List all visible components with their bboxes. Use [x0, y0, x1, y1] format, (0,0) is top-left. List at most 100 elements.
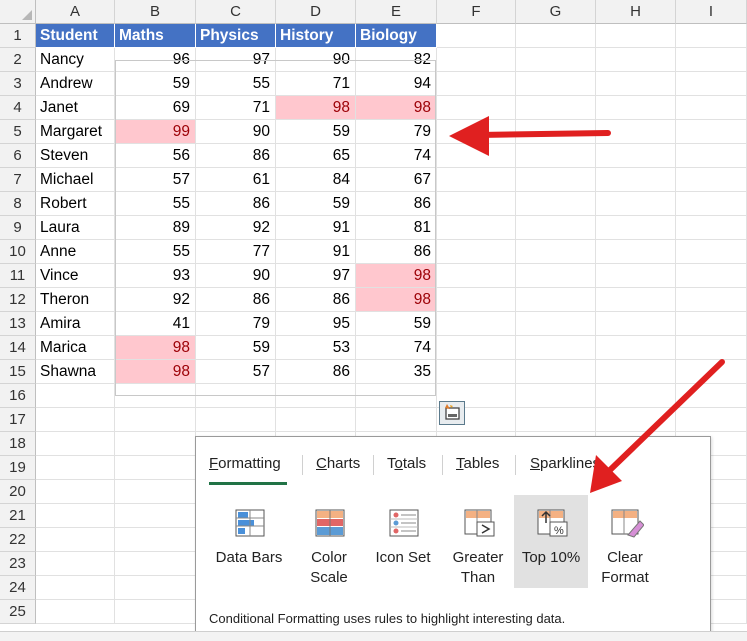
- cell-f7[interactable]: [437, 168, 516, 192]
- highlighted-score-cell[interactable]: 99: [115, 120, 196, 144]
- cell-a19[interactable]: [36, 456, 115, 480]
- cell-g11[interactable]: [516, 264, 596, 288]
- cell-h10[interactable]: [596, 240, 676, 264]
- cell-d16[interactable]: [276, 384, 356, 408]
- cell-i14[interactable]: [676, 336, 747, 360]
- row-header-19[interactable]: 19: [0, 456, 36, 480]
- score-cell[interactable]: 41: [115, 312, 196, 336]
- score-cell[interactable]: 84: [276, 168, 356, 192]
- column-header-a[interactable]: A: [36, 0, 115, 24]
- score-cell[interactable]: 90: [276, 48, 356, 72]
- tab-tables[interactable]: Tables: [456, 455, 499, 472]
- cell-g10[interactable]: [516, 240, 596, 264]
- column-header-g[interactable]: G: [516, 0, 596, 24]
- cell-a16[interactable]: [36, 384, 115, 408]
- cell-h9[interactable]: [596, 216, 676, 240]
- score-cell[interactable]: 82: [356, 48, 437, 72]
- cell-i12[interactable]: [676, 288, 747, 312]
- cell-h2[interactable]: [596, 48, 676, 72]
- cell-g1[interactable]: [516, 24, 596, 48]
- score-cell[interactable]: 65: [276, 144, 356, 168]
- cell-b19[interactable]: [115, 456, 196, 480]
- cell-h6[interactable]: [596, 144, 676, 168]
- cell-h11[interactable]: [596, 264, 676, 288]
- student-name-cell[interactable]: Laura: [36, 216, 115, 240]
- row-header-14[interactable]: 14: [0, 336, 36, 360]
- cell-g2[interactable]: [516, 48, 596, 72]
- cell-f3[interactable]: [437, 72, 516, 96]
- cell-i16[interactable]: [676, 384, 747, 408]
- cell-i7[interactable]: [676, 168, 747, 192]
- cell-h1[interactable]: [596, 24, 676, 48]
- score-cell[interactable]: 92: [115, 288, 196, 312]
- highlighted-score-cell[interactable]: 98: [276, 96, 356, 120]
- cell-g9[interactable]: [516, 216, 596, 240]
- tab-sparklines[interactable]: Sparklines: [530, 455, 600, 472]
- cell-g16[interactable]: [516, 384, 596, 408]
- student-name-cell[interactable]: Michael: [36, 168, 115, 192]
- score-cell[interactable]: 74: [356, 144, 437, 168]
- cell-f2[interactable]: [437, 48, 516, 72]
- cell-i10[interactable]: [676, 240, 747, 264]
- column-header-d[interactable]: D: [276, 0, 356, 24]
- cell-b17[interactable]: [115, 408, 196, 432]
- cell-h16[interactable]: [596, 384, 676, 408]
- cell-g13[interactable]: [516, 312, 596, 336]
- score-cell[interactable]: 56: [115, 144, 196, 168]
- cell-i9[interactable]: [676, 216, 747, 240]
- score-cell[interactable]: 86: [276, 360, 356, 384]
- cell-a25[interactable]: [36, 600, 115, 624]
- student-name-cell[interactable]: Robert: [36, 192, 115, 216]
- row-header-11[interactable]: 11: [0, 264, 36, 288]
- cell-i1[interactable]: [676, 24, 747, 48]
- score-cell[interactable]: 97: [196, 48, 276, 72]
- cell-h13[interactable]: [596, 312, 676, 336]
- cell-f9[interactable]: [437, 216, 516, 240]
- score-cell[interactable]: 96: [115, 48, 196, 72]
- score-cell[interactable]: 97: [276, 264, 356, 288]
- row-header-4[interactable]: 4: [0, 96, 36, 120]
- student-name-cell[interactable]: Andrew: [36, 72, 115, 96]
- row-header-10[interactable]: 10: [0, 240, 36, 264]
- cell-i11[interactable]: [676, 264, 747, 288]
- student-name-cell[interactable]: Amira: [36, 312, 115, 336]
- score-cell[interactable]: 59: [276, 192, 356, 216]
- cell-g7[interactable]: [516, 168, 596, 192]
- table-header-student[interactable]: Student: [36, 24, 115, 48]
- tool-icon-set[interactable]: Icon Set: [366, 495, 440, 588]
- score-cell[interactable]: 69: [115, 96, 196, 120]
- score-cell[interactable]: 79: [196, 312, 276, 336]
- score-cell[interactable]: 86: [356, 192, 437, 216]
- cell-g14[interactable]: [516, 336, 596, 360]
- score-cell[interactable]: 89: [115, 216, 196, 240]
- score-cell[interactable]: 86: [356, 240, 437, 264]
- score-cell[interactable]: 55: [115, 192, 196, 216]
- cell-f10[interactable]: [437, 240, 516, 264]
- sheet-tabs-bar[interactable]: [0, 631, 747, 641]
- score-cell[interactable]: 55: [115, 240, 196, 264]
- score-cell[interactable]: 91: [276, 216, 356, 240]
- student-name-cell[interactable]: Margaret: [36, 120, 115, 144]
- cell-h7[interactable]: [596, 168, 676, 192]
- table-header-physics[interactable]: Physics: [196, 24, 276, 48]
- column-header-c[interactable]: C: [196, 0, 276, 24]
- tool-clear-format[interactable]: Clear Format: [588, 495, 662, 588]
- row-header-1[interactable]: 1: [0, 24, 36, 48]
- score-cell[interactable]: 55: [196, 72, 276, 96]
- cell-a17[interactable]: [36, 408, 115, 432]
- score-cell[interactable]: 35: [356, 360, 437, 384]
- cell-f8[interactable]: [437, 192, 516, 216]
- score-cell[interactable]: 59: [115, 72, 196, 96]
- cell-b20[interactable]: [115, 480, 196, 504]
- row-header-6[interactable]: 6: [0, 144, 36, 168]
- score-cell[interactable]: 59: [196, 336, 276, 360]
- row-header-13[interactable]: 13: [0, 312, 36, 336]
- student-name-cell[interactable]: Theron: [36, 288, 115, 312]
- cell-g4[interactable]: [516, 96, 596, 120]
- cell-c16[interactable]: [196, 384, 276, 408]
- cell-h5[interactable]: [596, 120, 676, 144]
- cell-i6[interactable]: [676, 144, 747, 168]
- cell-f6[interactable]: [437, 144, 516, 168]
- cell-f12[interactable]: [437, 288, 516, 312]
- cell-i3[interactable]: [676, 72, 747, 96]
